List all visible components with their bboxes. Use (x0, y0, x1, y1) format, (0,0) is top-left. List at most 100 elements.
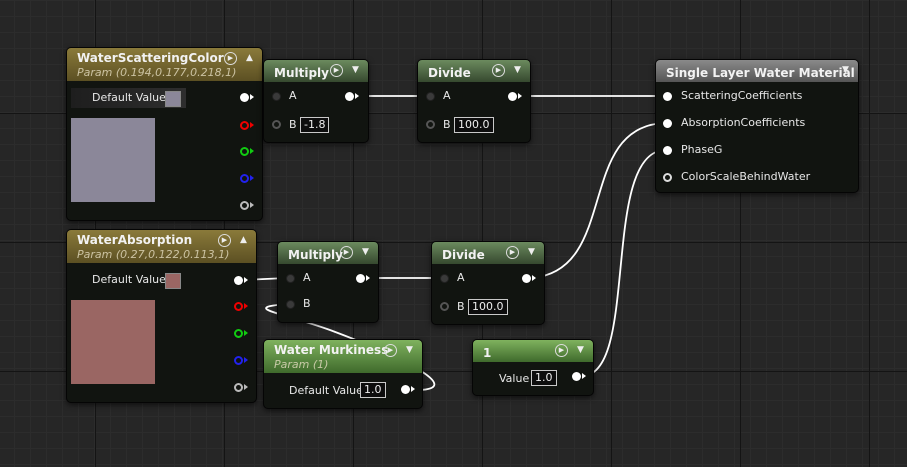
pin-label-a: A (443, 89, 451, 102)
b-value-field[interactable]: -1.8 (300, 117, 330, 133)
color-swatch[interactable] (165, 273, 181, 289)
output-arrow (411, 386, 415, 392)
node-header[interactable]: 1 ▶ ▼ (473, 340, 593, 362)
node-header[interactable]: Multiply ▶ ▼ (278, 242, 378, 264)
input-pin-b[interactable] (286, 300, 295, 309)
node-constant[interactable]: 1 ▶ ▼ (472, 339, 594, 396)
output-arrow (244, 330, 248, 336)
color-preview (71, 300, 155, 384)
output-pin[interactable] (345, 92, 354, 101)
node-header[interactable]: Water Murkiness Param (1) ▶ ▼ (264, 340, 422, 373)
node-title: Single Layer Water Material (666, 66, 855, 80)
chevron-up-icon[interactable]: ▲ (237, 234, 250, 247)
default-value-field[interactable]: 1.0 (360, 382, 386, 398)
pin-label-a: A (457, 271, 465, 284)
output-arrow (582, 373, 586, 379)
chevron-up-icon[interactable]: ▲ (243, 52, 256, 65)
play-circle-icon[interactable]: ▶ (492, 64, 505, 77)
pin-label-b: B (303, 297, 311, 310)
input-pin-absorption[interactable] (663, 119, 672, 128)
chevron-down-icon[interactable]: ▼ (525, 246, 538, 259)
chevron-down-icon[interactable]: ▼ (349, 64, 362, 77)
wire-divide-to-absorption-coeff (531, 122, 667, 279)
output-arrow (250, 202, 254, 208)
output-pin-g[interactable] (240, 147, 249, 156)
chevron-down-icon[interactable]: ▼ (839, 64, 852, 77)
chevron-down-icon[interactable]: ▼ (574, 344, 587, 357)
output-pin[interactable] (401, 385, 410, 394)
play-circle-icon[interactable]: ▶ (224, 52, 237, 65)
chevron-down-icon[interactable]: ▼ (511, 64, 524, 77)
output-pin-a[interactable] (234, 383, 243, 392)
node-header[interactable]: Multiply ▶ ▼ (264, 60, 368, 82)
input-pin-a[interactable] (286, 274, 295, 283)
b-value-field[interactable]: 100.0 (468, 299, 508, 315)
value-label: Value (499, 372, 530, 385)
default-value-label: Default Value (92, 273, 166, 286)
pin-label-a: A (289, 89, 297, 102)
output-pin-a[interactable] (240, 201, 249, 210)
output-arrow (518, 93, 522, 99)
output-pin-g[interactable] (234, 329, 243, 338)
node-subtitle: Param (1) (274, 358, 329, 371)
output-pin-b[interactable] (234, 356, 243, 365)
default-value-label: Default Value (92, 91, 166, 104)
node-subtitle: Param (0.27,0.122,0.113,1) (77, 248, 230, 261)
default-value-label: Default Value (289, 384, 363, 397)
output-arrow (250, 175, 254, 181)
output-arrow (355, 93, 359, 99)
output-arrow (366, 275, 370, 281)
play-circle-icon[interactable]: ▶ (340, 246, 353, 259)
pin-label-colorscale: ColorScaleBehindWater (681, 170, 811, 183)
output-arrow (244, 303, 248, 309)
output-pin[interactable] (572, 372, 581, 381)
input-pin-scattering[interactable] (663, 92, 672, 101)
output-pin[interactable] (522, 274, 531, 283)
output-arrow (250, 94, 254, 100)
color-swatch[interactable] (165, 91, 181, 107)
input-pin-b[interactable] (272, 120, 281, 129)
output-pin-r[interactable] (240, 121, 249, 130)
value-field[interactable]: 1.0 (531, 370, 557, 386)
b-value-field[interactable]: 100.0 (454, 117, 494, 133)
output-arrow (244, 384, 248, 390)
pin-label-b: B (443, 118, 451, 131)
output-pin-rgba[interactable] (240, 93, 249, 102)
output-pin-r[interactable] (234, 302, 243, 311)
input-pin-b[interactable] (440, 302, 449, 311)
node-header[interactable]: Divide ▶ ▼ (418, 60, 530, 82)
pin-label-scattering: ScatteringCoefficients (681, 89, 803, 102)
input-pin-a[interactable] (272, 92, 281, 101)
node-header[interactable]: Divide ▶ ▼ (432, 242, 544, 264)
output-arrow (244, 277, 248, 283)
play-circle-icon[interactable]: ▶ (555, 344, 568, 357)
chevron-down-icon[interactable]: ▼ (403, 344, 416, 357)
input-pin-colorscale[interactable] (663, 173, 672, 182)
play-circle-icon[interactable]: ▶ (218, 234, 231, 247)
node-subtitle: Param (0.194,0.177,0.218,1) (77, 66, 237, 79)
pin-label-b: B (289, 118, 297, 131)
pin-label-b: B (457, 300, 465, 313)
node-header[interactable]: WaterScatteringColor Param (0.194,0.177,… (67, 48, 262, 81)
node-water-murkiness[interactable]: Water Murkiness Param (1) ▶ ▼ (263, 339, 423, 409)
output-pin[interactable] (508, 92, 517, 101)
pin-label-absorption: AbsorptionCoefficients (681, 116, 806, 129)
play-circle-icon[interactable]: ▶ (506, 246, 519, 259)
output-pin[interactable] (356, 274, 365, 283)
input-pin-a[interactable] (440, 274, 449, 283)
play-circle-icon[interactable]: ▶ (330, 64, 343, 77)
pin-label-a: A (303, 271, 311, 284)
output-arrow (250, 148, 254, 154)
chevron-down-icon[interactable]: ▼ (359, 246, 372, 259)
play-circle-icon[interactable]: ▶ (384, 344, 397, 357)
input-pin-phaseg[interactable] (663, 146, 672, 155)
input-pin-b[interactable] (426, 120, 435, 129)
color-preview (71, 118, 155, 202)
output-pin-b[interactable] (240, 174, 249, 183)
wire-constant-to-phaseg (581, 149, 667, 377)
node-header[interactable]: Single Layer Water Material ▼ (656, 60, 858, 82)
output-arrow (250, 122, 254, 128)
node-header[interactable]: WaterAbsorption Param (0.27,0.122,0.113,… (67, 230, 256, 263)
input-pin-a[interactable] (426, 92, 435, 101)
output-pin-rgba[interactable] (234, 276, 243, 285)
